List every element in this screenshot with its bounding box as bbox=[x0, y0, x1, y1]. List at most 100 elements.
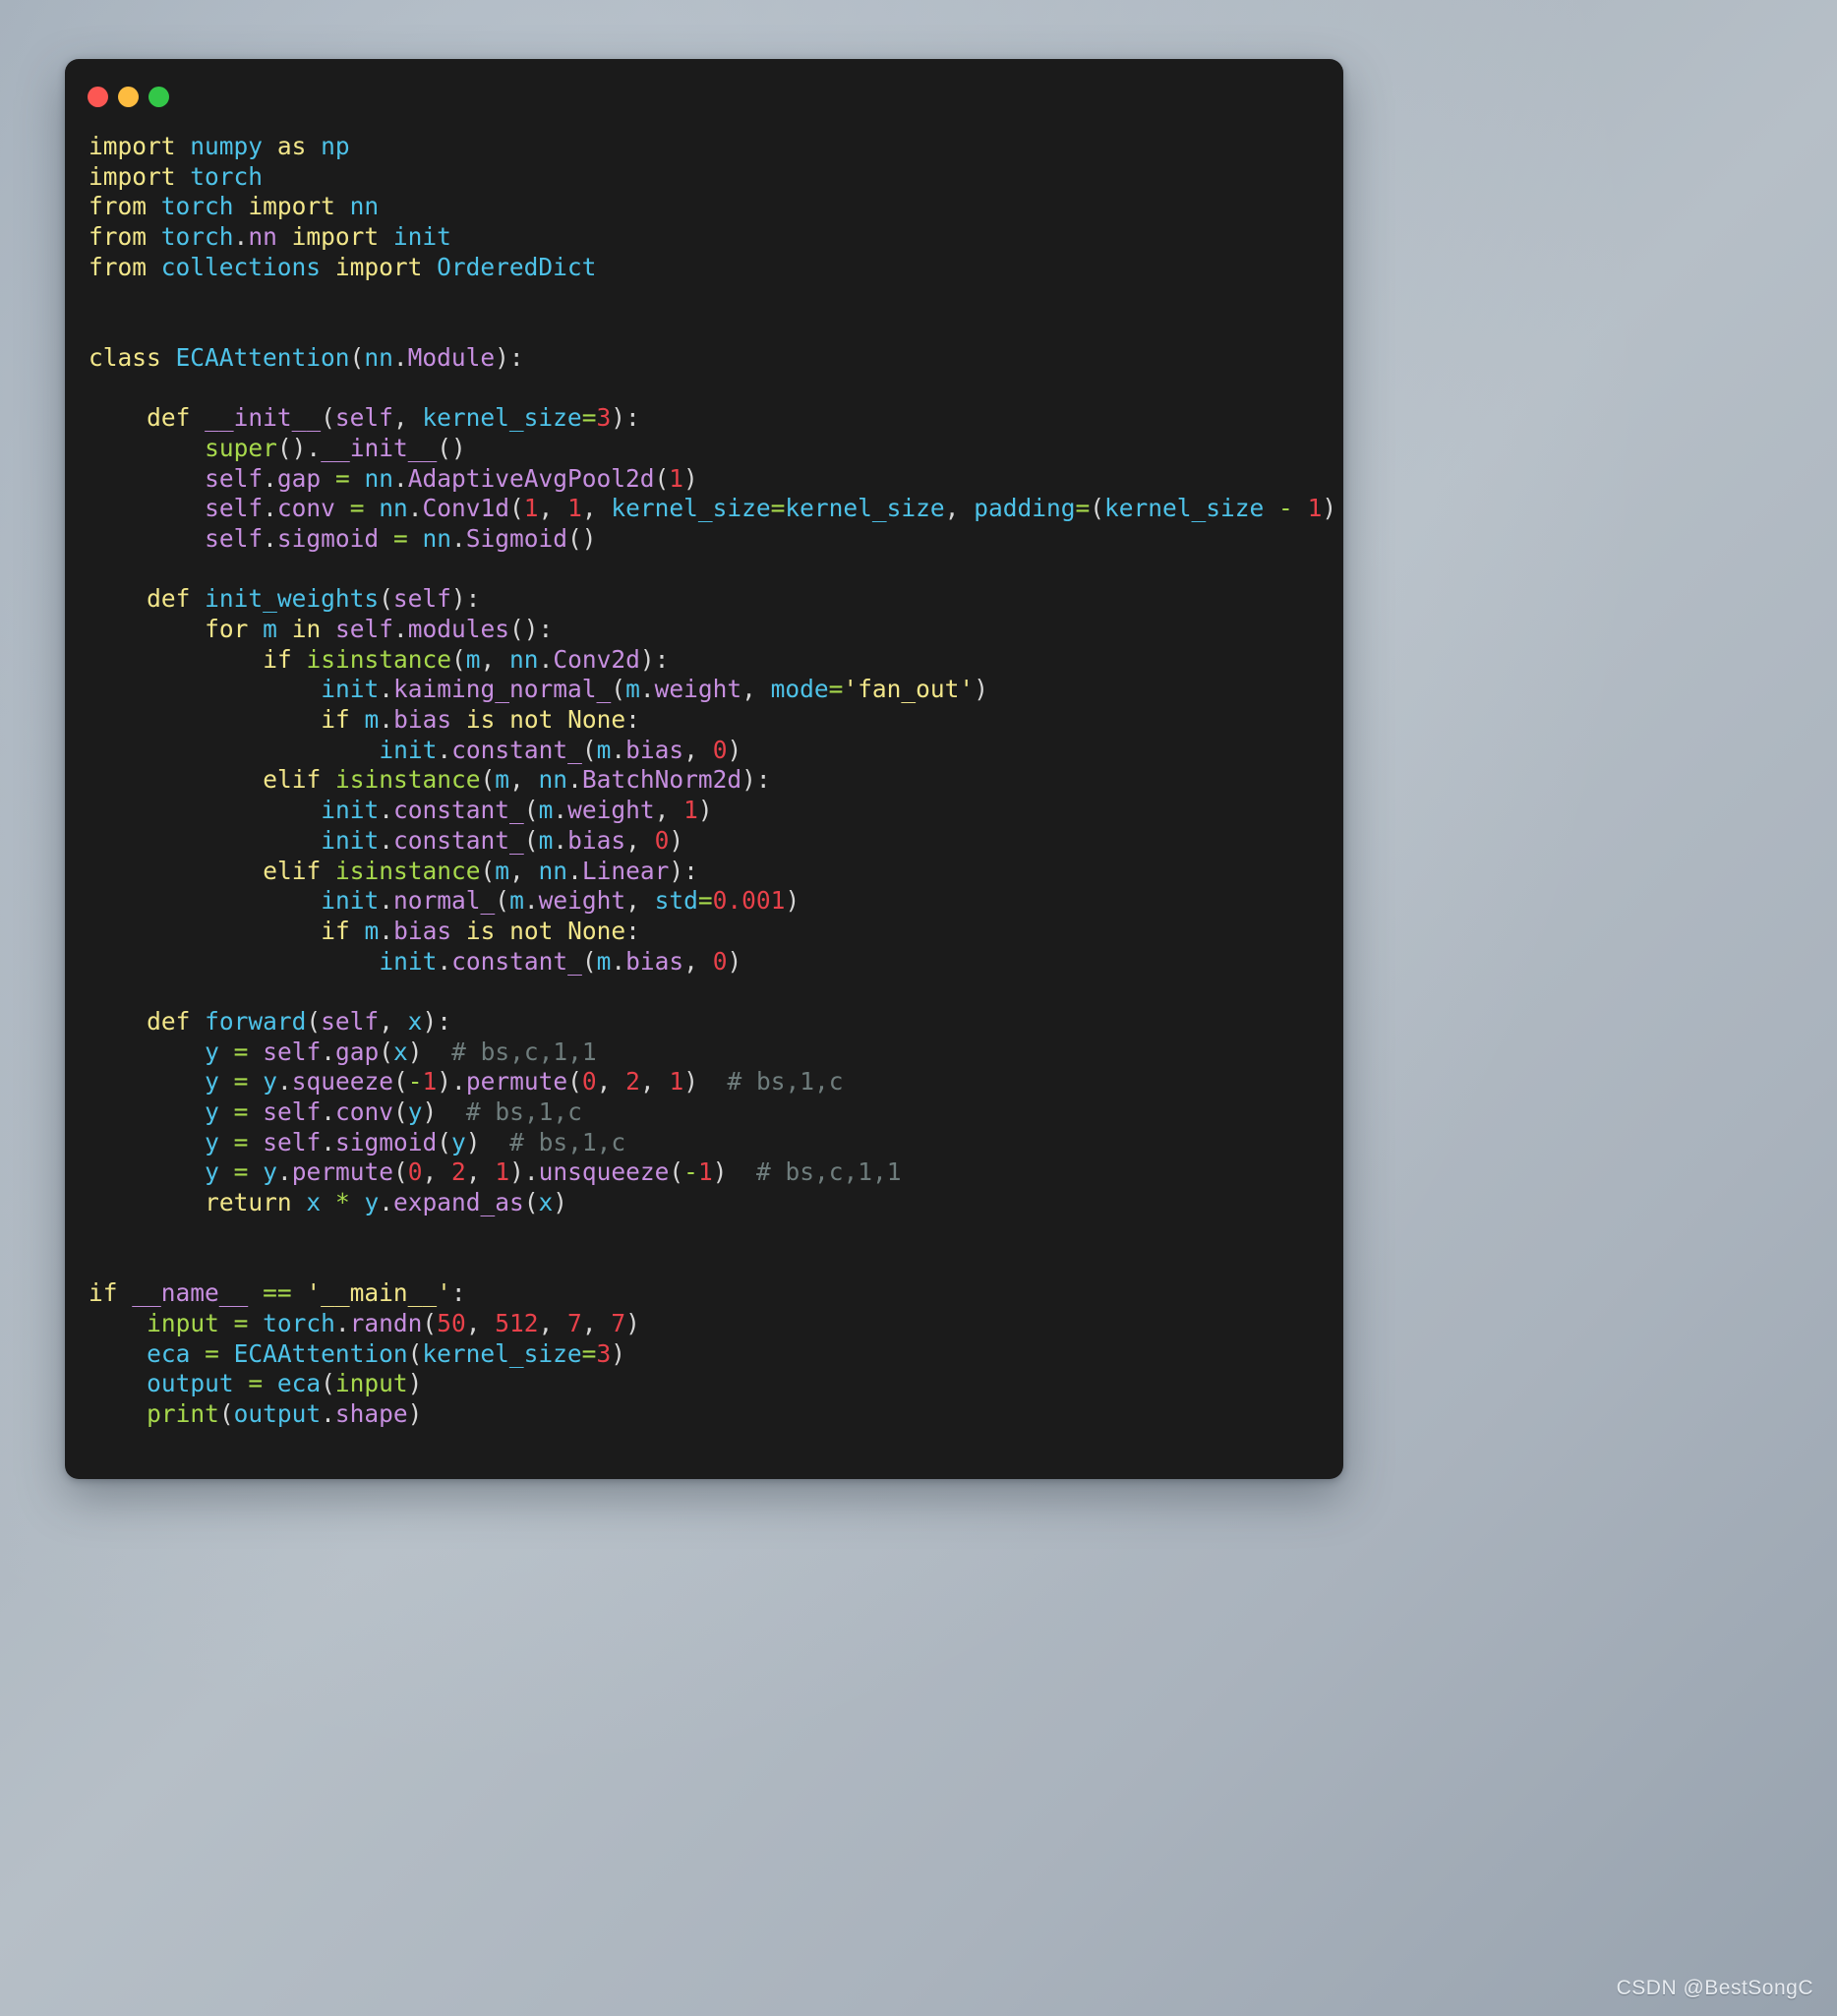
code-punctuation bbox=[205, 765, 219, 794]
code-block[interactable]: import numpy as np import torch from torch… bbox=[65, 132, 1343, 1430]
code-line: input = torch.randn(50, 512, 7, 7) bbox=[89, 1309, 1343, 1339]
code-punctuation bbox=[277, 705, 292, 734]
code-punctuation bbox=[89, 947, 103, 976]
code-token: init_weights bbox=[205, 584, 380, 614]
code-punctuation: . bbox=[306, 433, 322, 462]
code-token: np bbox=[321, 132, 350, 160]
code-punctuation bbox=[190, 705, 205, 734]
code-punctuation: ) bbox=[450, 584, 466, 614]
code-punctuation bbox=[263, 132, 277, 160]
code-punctuation: . bbox=[567, 856, 582, 885]
code-punctuation bbox=[292, 947, 307, 976]
code-punctuation bbox=[335, 192, 350, 220]
code-punctuation: ( bbox=[392, 1067, 408, 1097]
code-token: bias bbox=[393, 916, 452, 945]
code-punctuation bbox=[234, 1369, 249, 1397]
code-token: is bbox=[465, 916, 496, 945]
code-punctuation bbox=[161, 615, 176, 643]
code-punctuation bbox=[176, 524, 191, 553]
code-punctuation bbox=[147, 192, 161, 220]
maximize-button[interactable] bbox=[148, 87, 169, 107]
code-punctuation bbox=[176, 434, 191, 462]
code-punctuation: ) bbox=[741, 765, 756, 795]
code-punctuation bbox=[103, 1097, 118, 1126]
code-token: randn bbox=[349, 1308, 423, 1337]
code-punctuation bbox=[89, 1188, 103, 1216]
code-punctuation bbox=[118, 1339, 133, 1368]
code-punctuation bbox=[335, 494, 350, 522]
code-punctuation: . bbox=[611, 946, 626, 976]
code-punctuation: , bbox=[538, 1308, 554, 1337]
code-punctuation bbox=[89, 857, 103, 885]
code-punctuation: . bbox=[437, 735, 452, 764]
code-token: AdaptiveAvgPool2d bbox=[407, 463, 655, 493]
code-operator: = bbox=[233, 1097, 249, 1126]
code-punctuation bbox=[132, 1097, 147, 1126]
minimize-button[interactable] bbox=[118, 87, 139, 107]
code-operator: = bbox=[233, 1037, 249, 1066]
code-punctuation bbox=[118, 1097, 133, 1126]
code-punctuation bbox=[161, 826, 176, 855]
code-punctuation bbox=[103, 705, 118, 734]
code-punctuation bbox=[364, 494, 379, 522]
code-comment: # bs,1,c bbox=[465, 1097, 582, 1126]
code-punctuation: , bbox=[509, 765, 524, 795]
code-punctuation bbox=[147, 705, 161, 734]
code-punctuation: . bbox=[263, 463, 277, 493]
code-line: def __init__(self, kernel_size=3): bbox=[89, 403, 1343, 434]
code-punctuation bbox=[306, 675, 321, 703]
code-punctuation bbox=[118, 494, 133, 522]
code-punctuation: ( bbox=[218, 1398, 234, 1428]
code-punctuation bbox=[248, 1309, 263, 1337]
code-token: self bbox=[205, 494, 264, 523]
code-punctuation bbox=[89, 464, 103, 493]
code-token: kernel_size bbox=[611, 494, 771, 523]
code-punctuation bbox=[176, 675, 191, 703]
code-punctuation bbox=[205, 736, 219, 764]
code-punctuation bbox=[103, 524, 118, 553]
code-token: Module bbox=[407, 342, 496, 372]
code-punctuation bbox=[132, 403, 147, 432]
code-token: modules bbox=[407, 615, 510, 643]
code-number: 0 bbox=[712, 946, 728, 976]
code-operator: = bbox=[697, 886, 713, 916]
code-operator: - bbox=[683, 1157, 698, 1187]
code-punctuation bbox=[118, 1067, 133, 1096]
code-punctuation bbox=[190, 615, 205, 643]
code-punctuation bbox=[103, 494, 118, 522]
code-punctuation bbox=[103, 1309, 118, 1337]
code-punctuation bbox=[277, 222, 292, 251]
code-line: from torch.nn import init bbox=[89, 222, 1343, 253]
code-punctuation bbox=[147, 947, 161, 976]
code-punctuation bbox=[234, 857, 249, 885]
code-token: m bbox=[509, 886, 524, 916]
code-punctuation bbox=[161, 886, 176, 915]
code-punctuation bbox=[103, 947, 118, 976]
code-punctuation bbox=[190, 736, 205, 764]
close-button[interactable] bbox=[88, 87, 108, 107]
code-punctuation bbox=[292, 705, 307, 734]
code-number: 512 bbox=[495, 1308, 539, 1337]
code-token: torch bbox=[263, 1308, 335, 1337]
code-punctuation bbox=[89, 1007, 103, 1036]
code-punctuation: . bbox=[276, 1067, 292, 1097]
code-punctuation: ) bbox=[450, 433, 466, 462]
code-line: y = self.conv(y) # bs,1,c bbox=[89, 1097, 1343, 1128]
code-punctuation bbox=[176, 765, 191, 794]
code-punctuation bbox=[248, 736, 263, 764]
code-punctuation bbox=[423, 1038, 438, 1066]
code-punctuation bbox=[147, 1097, 161, 1126]
code-punctuation bbox=[248, 796, 263, 824]
code-punctuation bbox=[176, 796, 191, 824]
code-token: self bbox=[263, 1097, 322, 1126]
code-punctuation: . bbox=[379, 916, 394, 945]
code-punctuation bbox=[234, 192, 249, 220]
code-token: not bbox=[509, 916, 554, 945]
code-punctuation bbox=[248, 1278, 263, 1307]
code-punctuation: . bbox=[523, 886, 539, 916]
code-punctuation bbox=[147, 1067, 161, 1096]
